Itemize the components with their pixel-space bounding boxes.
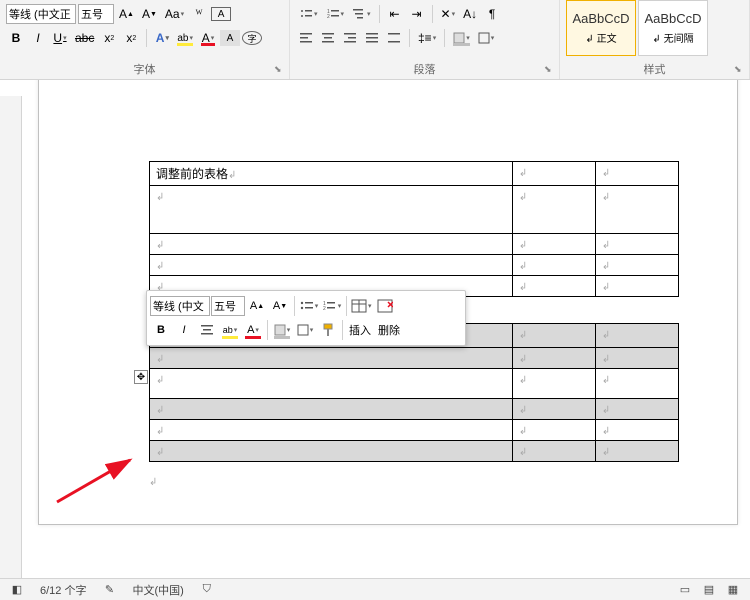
mini-highlight[interactable]: ab▾ (219, 319, 241, 341)
align-justify-button[interactable] (362, 28, 382, 48)
style-name-label: ↲ 正文 (585, 30, 616, 45)
svg-text:2: 2 (327, 14, 330, 20)
ribbon: A▲ A▼ Aa▾ ᵂ A B I U▾ abc x2 x2 A▾ ab▾ A▾… (0, 0, 750, 80)
grow-font-button[interactable]: A▲ (116, 4, 137, 24)
mini-font-name[interactable] (150, 296, 210, 316)
document-area[interactable]: 调整前的表格↲↲↲ ↲↲↲ ↲↲↲ ↲↲↲ ↲↲↲ ↲ 调整后的表格↲↲↲ ↲↲… (0, 80, 750, 580)
numbering-button[interactable]: 12▾ (323, 4, 348, 24)
char-shading-button[interactable]: A (220, 30, 240, 46)
mini-delete-table[interactable] (374, 295, 396, 317)
show-marks-button[interactable]: ¶ (482, 4, 502, 24)
ruler-vertical[interactable] (0, 96, 22, 580)
paragraph-group-label: 段落 (290, 61, 559, 77)
view-web-icon[interactable]: ▦ (724, 581, 742, 599)
distribute-button[interactable] (384, 28, 404, 48)
proofing-icon[interactable]: ✎ (100, 581, 118, 599)
table1-title: 调整前的表格 (156, 167, 228, 181)
ribbon-group-font: A▲ A▼ Aa▾ ᵂ A B I U▾ abc x2 x2 A▾ ab▾ A▾… (0, 0, 290, 79)
mini-numbering[interactable]: 12▾ (321, 295, 343, 317)
view-print-icon[interactable]: ▤ (700, 581, 718, 599)
phonetic-guide-button[interactable]: ᵂ (189, 4, 209, 24)
shading-button[interactable]: ▾ (450, 28, 473, 48)
strikethrough-button[interactable]: abc (72, 28, 97, 48)
mini-shading[interactable]: ▾ (271, 319, 293, 341)
mini-bullets[interactable]: ▾ (298, 295, 320, 317)
text-effects-button[interactable]: A▾ (152, 28, 172, 48)
subscript-button[interactable]: x2 (99, 28, 119, 48)
svg-text:2: 2 (323, 306, 326, 312)
sort-button[interactable]: A↓ (460, 4, 480, 24)
mini-shrink-font[interactable]: A▼ (269, 295, 291, 317)
font-name-combo[interactable] (6, 4, 76, 24)
italic-button[interactable]: I (28, 28, 48, 48)
align-right-button[interactable] (340, 28, 360, 48)
word-count[interactable]: 6/12 个字 (40, 582, 86, 598)
font-dialog-launcher[interactable]: ⬊ (274, 64, 286, 76)
mini-align[interactable] (196, 319, 218, 341)
multilevel-list-button[interactable]: ▾ (349, 4, 374, 24)
align-center-button[interactable] (318, 28, 338, 48)
status-bar: ◧ 6/12 个字 ✎ 中文(中国) ⛉ ▭ ▤ ▦ (0, 578, 750, 600)
mini-borders[interactable]: ▾ (294, 319, 316, 341)
align-left-button[interactable] (296, 28, 316, 48)
table-before[interactable]: 调整前的表格↲↲↲ ↲↲↲ ↲↲↲ ↲↲↲ ↲↲↲ (149, 161, 679, 297)
ribbon-group-paragraph: ▾ 12▾ ▾ ⇤ ⇥ ✕▾ A↓ ¶ ‡≡▾ ▾ ▾ 段落 ⬊ (290, 0, 560, 79)
page-nav-icon[interactable]: ◧ (8, 581, 26, 599)
superscript-button[interactable]: x2 (121, 28, 141, 48)
style-normal[interactable]: AaBbCcD ↲ 正文 (566, 0, 636, 56)
mini-insert-label[interactable]: 插入 (346, 322, 374, 338)
view-reading-icon[interactable]: ▭ (676, 581, 694, 599)
mini-insert-table[interactable]: ▾ (350, 295, 373, 317)
underline-button[interactable]: U▾ (50, 28, 70, 48)
line-spacing-button[interactable]: ‡≡▾ (415, 28, 439, 48)
language-label[interactable]: 中文(中国) (132, 582, 183, 598)
style-preview-text: AaBbCcD (572, 11, 629, 26)
mini-font-color[interactable]: A▾ (242, 319, 264, 341)
mini-italic[interactable]: I (173, 319, 195, 341)
change-case-button[interactable]: Aa▾ (162, 4, 187, 24)
styles-group-label: 样式 (560, 61, 749, 77)
paragraph-dialog-launcher[interactable]: ⬊ (544, 64, 556, 76)
style-name-label: ↲ 无间隔 (652, 30, 693, 45)
mini-grow-font[interactable]: A▲ (246, 295, 268, 317)
accessibility-icon[interactable]: ⛉ (198, 581, 216, 599)
mini-font-size[interactable] (211, 296, 245, 316)
mini-toolbar: A▲ A▼ ▾ 12▾ ▾ B I ab▾ A▾ ▾ ▾ 插入 删除 (146, 290, 466, 346)
styles-dialog-launcher[interactable]: ⬊ (734, 64, 746, 76)
bold-button[interactable]: B (6, 28, 26, 48)
char-border-button[interactable]: A (211, 7, 231, 21)
table-move-handle[interactable]: ✥ (134, 370, 148, 384)
decrease-indent-button[interactable]: ⇤ (385, 4, 405, 24)
borders-button[interactable]: ▾ (475, 28, 498, 48)
mini-delete-label[interactable]: 删除 (375, 322, 403, 338)
font-color-button[interactable]: A▾ (198, 28, 218, 48)
highlight-button[interactable]: ab▾ (174, 28, 196, 48)
increase-indent-button[interactable]: ⇥ (407, 4, 427, 24)
mini-format-painter[interactable] (317, 319, 339, 341)
ribbon-group-styles: AaBbCcD ↲ 正文 AaBbCcD ↲ 无间隔 样式 ⬊ (560, 0, 750, 79)
bullets-button[interactable]: ▾ (296, 4, 321, 24)
enclose-char-button[interactable]: 字 (242, 31, 262, 45)
mini-bold[interactable]: B (150, 319, 172, 341)
shrink-font-button[interactable]: A▼ (139, 4, 160, 24)
font-size-combo[interactable] (78, 4, 114, 24)
style-nospacing[interactable]: AaBbCcD ↲ 无间隔 (638, 0, 708, 56)
font-group-label: 字体 (0, 61, 289, 77)
text-direction-button[interactable]: ✕▾ (438, 4, 459, 24)
style-preview-text: AaBbCcD (644, 11, 701, 26)
